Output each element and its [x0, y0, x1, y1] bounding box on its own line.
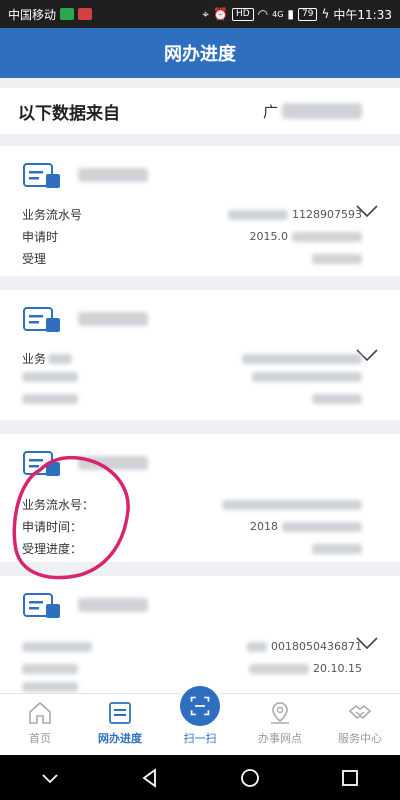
redacted-text — [22, 641, 92, 652]
clock: 中午11:33 — [333, 7, 392, 22]
tab-label: 首页 — [29, 732, 51, 745]
tab-home[interactable]: 首页 — [0, 694, 80, 755]
progress-status-row — [22, 394, 362, 404]
tab-label: 服务中心 — [338, 732, 382, 745]
redacted-text — [48, 353, 73, 364]
row-label: 业务 — [22, 352, 47, 366]
row-value: 0018050436871 — [271, 640, 362, 653]
progress-card[interactable]: 业务流水号 1128907593 申请时 2015.0 受理 — [0, 146, 400, 276]
hd-badge: HD — [231, 7, 254, 21]
tab-service-center[interactable]: 服务中心 — [320, 694, 400, 755]
progress-list-icon — [109, 702, 131, 724]
home-icon — [29, 701, 51, 724]
redacted-service-name — [78, 312, 148, 326]
redacted-text — [312, 253, 362, 264]
tab-label: 扫一扫 — [183, 732, 217, 745]
redacted-service-name — [78, 168, 148, 182]
apply-time-row — [22, 372, 362, 382]
tab-label: 办事网点 — [258, 732, 302, 745]
redacted-service-name — [78, 598, 148, 612]
row-value: 1128907593 — [292, 208, 362, 221]
row-label: 受理进度： — [22, 542, 83, 556]
tab-progress[interactable]: 网办进度 — [80, 694, 160, 755]
redacted-text — [312, 394, 362, 404]
redacted-text — [228, 209, 288, 220]
service-handshake-icon — [348, 704, 372, 720]
notification-app-icon-2 — [78, 8, 93, 20]
charging-icon: ϟ — [321, 7, 330, 21]
app-header: 网办进度 — [0, 28, 400, 78]
apply-time-row: 申请时 2015.0 — [22, 228, 362, 245]
redacted-text — [282, 103, 362, 119]
serial-number-row: 业务流水号： — [22, 496, 362, 513]
redacted-text — [22, 394, 78, 404]
notification-app-icon — [60, 8, 75, 20]
apply-time-row: 20.10.15 — [22, 662, 362, 675]
scan-icon — [190, 696, 210, 716]
redacted-text — [22, 682, 78, 692]
data-source-value: 广 — [263, 101, 362, 122]
page-title: 网办进度 — [164, 44, 236, 65]
document-card-icon — [23, 163, 60, 188]
row-value: 2018 — [250, 520, 278, 533]
redacted-text — [22, 663, 78, 674]
serial-number-row: 业务流水号 1128907593 — [22, 206, 362, 223]
redacted-text — [22, 372, 78, 382]
tab-service-points[interactable]: 办事网点 — [240, 694, 320, 755]
tab-scan[interactable]: 扫一扫 — [160, 686, 240, 755]
progress-status-row: 受理进度： — [22, 540, 362, 557]
scan-button-circle[interactable] — [180, 686, 220, 726]
document-card-icon — [23, 593, 60, 618]
alarm-icon: ⏰ — [212, 7, 228, 21]
serial-number-row: 业务 — [22, 350, 362, 367]
serial-number-row: 0018050436871 — [22, 640, 362, 653]
nav-back-icon[interactable] — [139, 767, 161, 789]
progress-card[interactable]: 业务 — [0, 290, 400, 420]
carrier-name: 中国移动 — [8, 7, 57, 22]
redacted-text — [312, 543, 362, 554]
progress-card[interactable]: 业务流水号： 申请时间： 2018 受理进度： — [0, 434, 400, 562]
redacted-service-name — [78, 456, 148, 470]
progress-status-row: 受理 — [22, 250, 362, 267]
document-card-icon — [23, 451, 60, 476]
progress-card[interactable]: 0018050436871 20.10.15 — [0, 576, 400, 693]
nav-home-icon[interactable] — [239, 767, 261, 789]
row-label: 业务流水号： — [22, 498, 95, 512]
row-label: 申请时 — [22, 230, 59, 244]
data-source-label: 以下数据来自 — [18, 103, 120, 124]
battery-level: 79 — [298, 7, 318, 21]
redacted-text — [249, 663, 310, 674]
redacted-text — [282, 521, 362, 532]
redacted-text — [242, 353, 362, 364]
redacted-text — [247, 641, 268, 652]
redacted-text — [292, 231, 362, 242]
row-value: 2015.0 — [249, 230, 289, 243]
document-card-icon — [23, 307, 60, 332]
tab-label: 网办进度 — [98, 732, 142, 745]
data-source-visible-char: 广 — [262, 102, 278, 121]
redacted-text — [252, 372, 362, 382]
row-label: 业务流水号 — [22, 208, 83, 222]
row-value: 20.10.15 — [313, 662, 362, 675]
data-source-bar: 以下数据来自 广 — [0, 88, 400, 134]
row-label: 申请时间： — [22, 520, 83, 534]
bottom-tab-bar: 首页 网办进度 扫一扫 办事网点 服务中心 — [0, 686, 400, 755]
system-nav-bar — [0, 755, 400, 800]
location-icon: ⌖ — [202, 6, 209, 21]
nav-collapse-icon[interactable] — [39, 767, 61, 789]
apply-time-row: 申请时间： 2018 — [22, 518, 362, 535]
nav-recents-icon[interactable] — [339, 767, 361, 789]
signal-icon: ▮ — [287, 7, 295, 21]
map-pin-icon — [271, 702, 289, 724]
redacted-text — [222, 499, 362, 510]
row-label: 受理 — [22, 252, 47, 266]
network-type: 4G — [272, 9, 284, 19]
wifi-icon: ◠ — [257, 7, 269, 21]
status-bar: 中国移动 ⌖ ⏰ HD ◠ 4G ▮ 79 ϟ 中午11:33 — [0, 0, 400, 28]
